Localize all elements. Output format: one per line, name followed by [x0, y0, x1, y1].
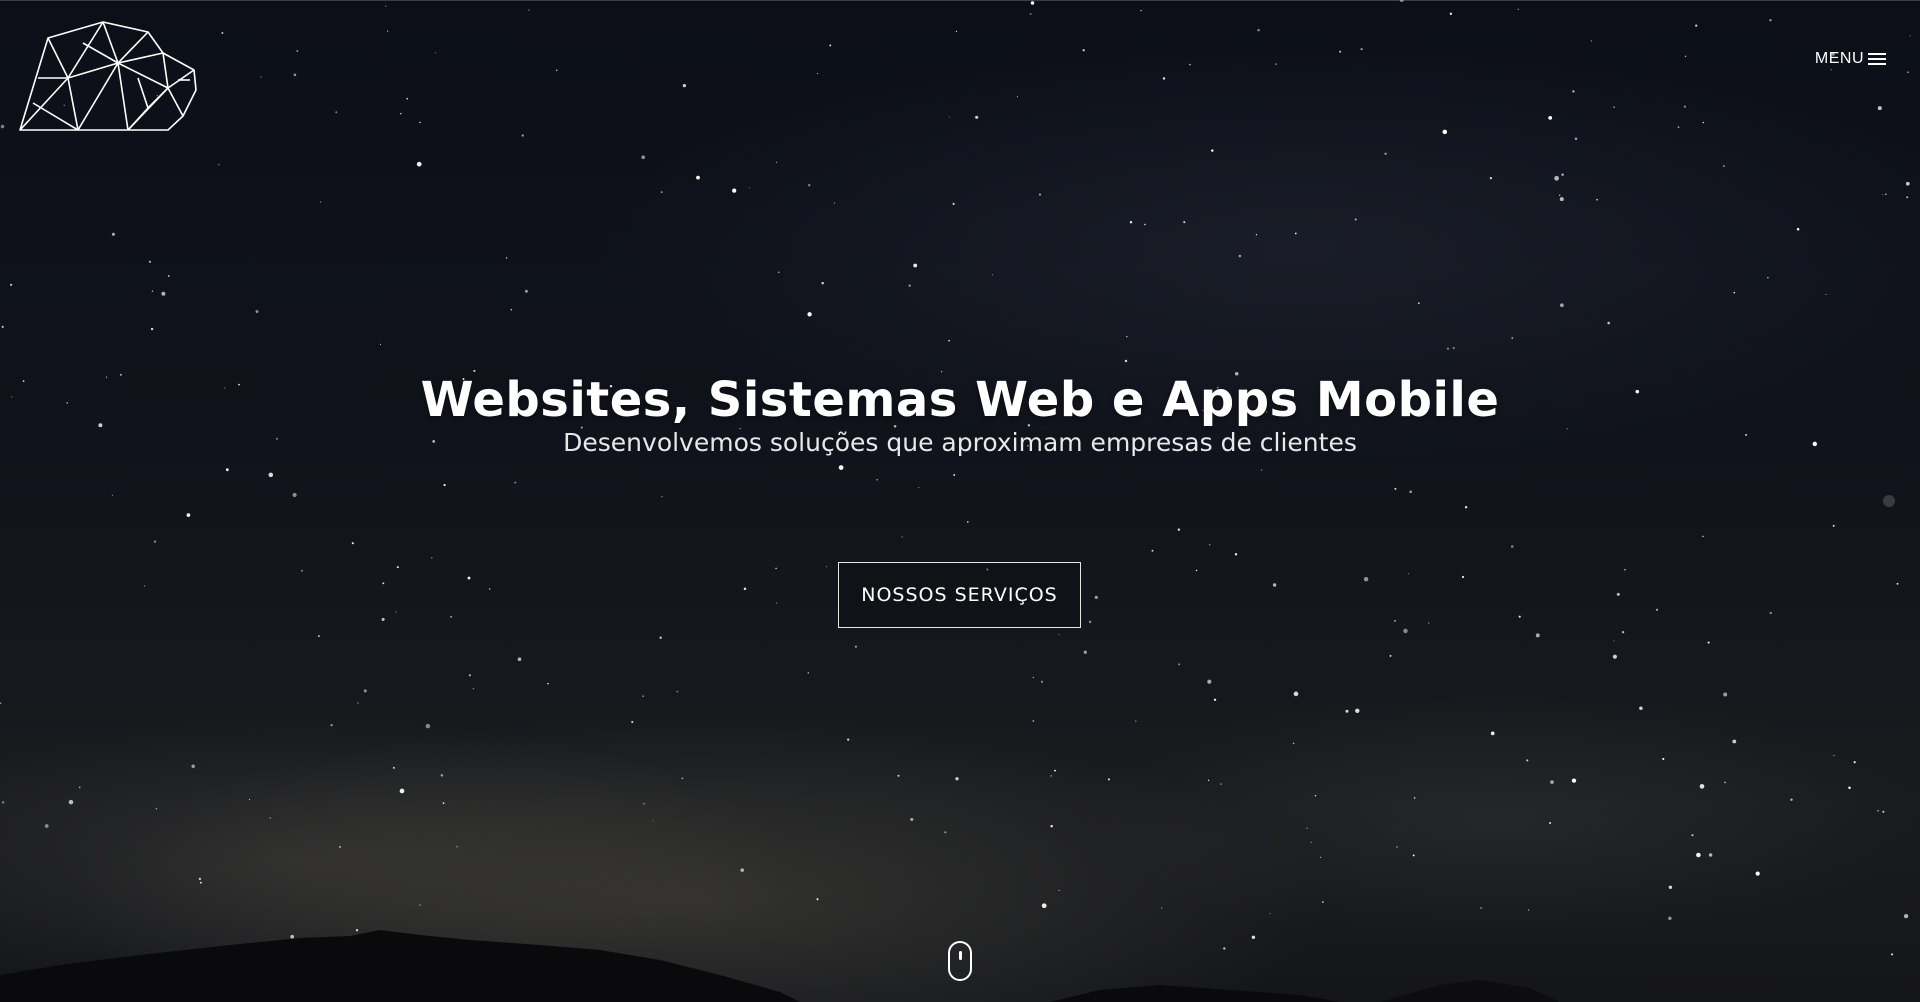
services-button-label: NOSSOS SERVIÇOS	[861, 584, 1058, 606]
hero-section: MENU Websites, Sistemas Web e Apps Mobil…	[0, 0, 1920, 1002]
hamburger-icon	[1868, 53, 1886, 65]
dot-indicator-icon[interactable]	[1883, 495, 1895, 507]
menu-label: MENU	[1814, 50, 1864, 67]
menu-button[interactable]: MENU	[1815, 50, 1886, 68]
scroll-wheel	[959, 951, 962, 960]
hero-subtitle: Desenvolvemos soluções que aproximam emp…	[563, 428, 1357, 457]
mountain-silhouette	[0, 930, 1560, 1002]
lion-geometric-logo-icon[interactable]	[18, 18, 198, 136]
mouse-scroll-icon[interactable]	[948, 941, 972, 981]
services-button[interactable]: NOSSOS SERVIÇOS	[838, 562, 1081, 628]
hero-title: Websites, Sistemas Web e Apps Mobile	[420, 372, 1500, 428]
